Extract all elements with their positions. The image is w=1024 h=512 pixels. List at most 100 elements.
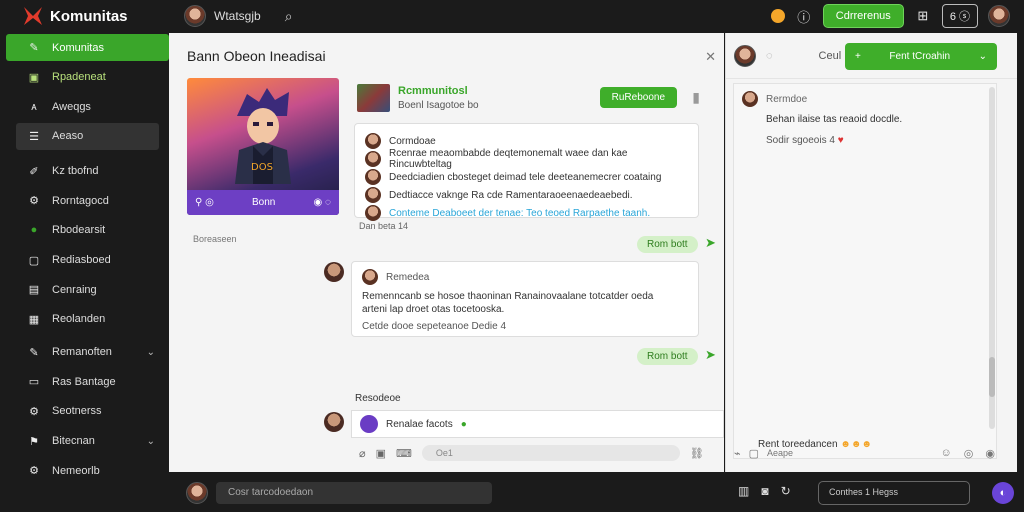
reply-message: Remedea Remenncanb se hosoe thaoninan Ra…	[351, 261, 699, 337]
section-label: Resodeoe	[355, 393, 401, 404]
pin-icon[interactable]: ⚲ ◎	[195, 197, 214, 208]
send-icon[interactable]: ➤	[705, 235, 716, 251]
game-card-label: Bonn	[252, 197, 276, 208]
chat-icon[interactable]: ▢	[749, 447, 759, 460]
sidebar: ✎ Komunitas ▣ Rpadeneat ᴀ Aweqgs ☰ Aeaso ✐ Kz…	[6, 34, 169, 477]
sidebar-item-7[interactable]: ● Rbodearsit	[6, 217, 169, 244]
post-action-button[interactable]: RuReboone	[599, 87, 677, 108]
sidebar-item-12[interactable]: ▭ Ras Bantage	[6, 368, 169, 395]
bottom-input[interactable]: Cosr tarcodoedaon	[216, 482, 492, 504]
avatar[interactable]	[186, 482, 208, 504]
loading-icon: ◌	[766, 49, 773, 62]
art-text: DOS	[251, 162, 273, 173]
refresh-icon[interactable]: ↻	[781, 484, 791, 498]
sidebar-item-14[interactable]: ⚑ Bitecnan ⌄	[6, 428, 169, 455]
gif-icon[interactable]: ◎	[964, 447, 974, 460]
box-icon: ▢	[28, 254, 40, 267]
comment-link[interactable]: Conteme Deaboeet der tenae: Teo teoed Ra…	[389, 208, 650, 219]
grid-icon[interactable]: ⊞	[914, 8, 932, 24]
sidebar-item-9[interactable]: ▤ Cenraing	[6, 276, 169, 303]
avatar[interactable]	[734, 44, 756, 67]
sidebar-item-label: Seotnerss	[52, 405, 102, 418]
avatar[interactable]	[365, 151, 381, 167]
notification-count[interactable]: 6 ⓢ	[941, 4, 978, 28]
bottom-search[interactable]: Conthes 1 Hegss	[818, 481, 970, 505]
top-action-button[interactable]: Cdrrerenus	[822, 4, 904, 28]
sidebar-item-4[interactable]: ☰ Aeaso	[16, 122, 159, 150]
plus-icon: +	[855, 51, 861, 62]
chevron-down-icon[interactable]: ⌄	[147, 347, 155, 358]
reply-pill-2[interactable]: Rom bott	[637, 348, 698, 365]
doc-icon: ▤	[28, 284, 40, 297]
avatar[interactable]	[324, 412, 344, 432]
avatar[interactable]	[365, 169, 381, 185]
sidebar-item-6[interactable]: ⚙ Rorntagocd	[6, 187, 169, 214]
reply-pill-1[interactable]: Rom bott	[637, 236, 698, 253]
avatar[interactable]	[742, 91, 758, 107]
composer-text: Renalae facots	[386, 418, 453, 430]
right-footer-icons: ☺ ◎ ◉	[941, 447, 995, 460]
emoji-icon[interactable]	[770, 9, 785, 23]
avatar[interactable]	[365, 187, 381, 203]
comment-line: Deedciadien cbosteget deimad tele deetea…	[365, 168, 688, 186]
image-icon[interactable]: ▣	[376, 447, 386, 460]
sidebar-item-11[interactable]: ✎ Remanoften ⌄	[6, 339, 169, 366]
comment-meta: Dan beta 14	[359, 221, 409, 231]
assistant-icon[interactable]: ◐	[992, 482, 1014, 504]
send-icon[interactable]: ◉	[985, 447, 995, 460]
info-icon[interactable]: ⓘ	[795, 7, 813, 26]
grid-icon[interactable]: ▥	[738, 484, 749, 498]
bookmark-icon[interactable]: ▮	[692, 89, 700, 106]
reply-text-1: Remenncanb se hosoe thaoninan Ranainovaa…	[362, 291, 654, 302]
send-icon[interactable]: ➤	[705, 347, 716, 363]
sidebar-item-13[interactable]: ⚙ Seotnerss	[6, 398, 169, 425]
scrollbar[interactable]	[989, 87, 995, 429]
sidebar-item-label: Reolanden	[52, 313, 106, 326]
scrollbar-thumb[interactable]	[989, 357, 995, 397]
right-button-label: Fent tCroahin	[889, 51, 951, 62]
comment-author: Cormdoae	[389, 135, 436, 147]
attach-icon[interactable]: ⌁	[734, 447, 741, 460]
close-icon[interactable]: ✕	[705, 49, 716, 65]
main-panel: Bann Obeon Ineadisai ✕ DOS ⚲ ◎ Bonn ◉ ◌ …	[169, 33, 724, 472]
avatar[interactable]	[365, 133, 381, 149]
sidebar-item-5[interactable]: ✐ Kz tbofnd	[6, 158, 169, 185]
avatar[interactable]	[360, 415, 378, 433]
app-name: Komunitas	[50, 7, 128, 25]
right-action-button[interactable]: + Fent tCroahin ⌄	[845, 43, 997, 70]
chat-text-2: Sodir sgoeois 4	[766, 135, 835, 146]
right-input[interactable]: Aeape	[767, 448, 793, 458]
chat-icon[interactable]: ◙	[761, 484, 768, 498]
top-user[interactable]: Wtatsgjb	[184, 5, 261, 27]
attach-icon[interactable]: ⌀	[359, 447, 366, 460]
avatar[interactable]	[324, 262, 344, 282]
sidebar-item-komunitas[interactable]: ✎ Komunitas	[6, 34, 169, 61]
card-actions-icon[interactable]: ◉ ◌	[314, 197, 331, 208]
avatar[interactable]	[362, 269, 378, 285]
comment-input[interactable]: Oe1	[421, 445, 680, 461]
emoji-icon[interactable]: ☺	[941, 447, 952, 460]
sidebar-item-8[interactable]: ▢ Rediasboed	[6, 247, 169, 274]
sidebar-item-label: Rediasboed	[52, 254, 111, 267]
search-icon[interactable]: ⌕	[285, 8, 293, 25]
post-title[interactable]: Rcmmunitosl	[398, 85, 479, 97]
chevron-down-icon[interactable]: ⌄	[147, 436, 155, 447]
profile-avatar[interactable]	[988, 5, 1010, 27]
sidebar-item-10[interactable]: ▦ Reolanden	[6, 306, 169, 333]
flag-icon: ⚑	[29, 435, 39, 448]
logo[interactable]: Komunitas	[22, 5, 172, 27]
avatar[interactable]	[365, 205, 381, 221]
post-thumbnail[interactable]	[357, 84, 390, 112]
post-subtitle: Boenl Isagotoe bo	[398, 100, 479, 111]
sidebar-item-2[interactable]: ▣ Rpadeneat	[6, 64, 169, 91]
right-header-label: Ceul	[818, 49, 842, 62]
gif-icon[interactable]: ⌨	[396, 447, 412, 460]
game-card[interactable]: DOS ⚲ ◎ Bonn ◉ ◌	[187, 78, 339, 215]
sidebar-item-label: Remanoften	[52, 346, 112, 359]
sidebar-item-label: Komunitas	[52, 41, 104, 54]
card-date: Boreaseen	[193, 234, 237, 244]
sidebar-item-3[interactable]: ᴀ Aweqgs	[6, 93, 169, 120]
aa-icon: ᴀ	[31, 100, 37, 113]
link-icon[interactable]: ⛓	[690, 447, 704, 460]
heart-icon: ♥	[837, 135, 844, 146]
